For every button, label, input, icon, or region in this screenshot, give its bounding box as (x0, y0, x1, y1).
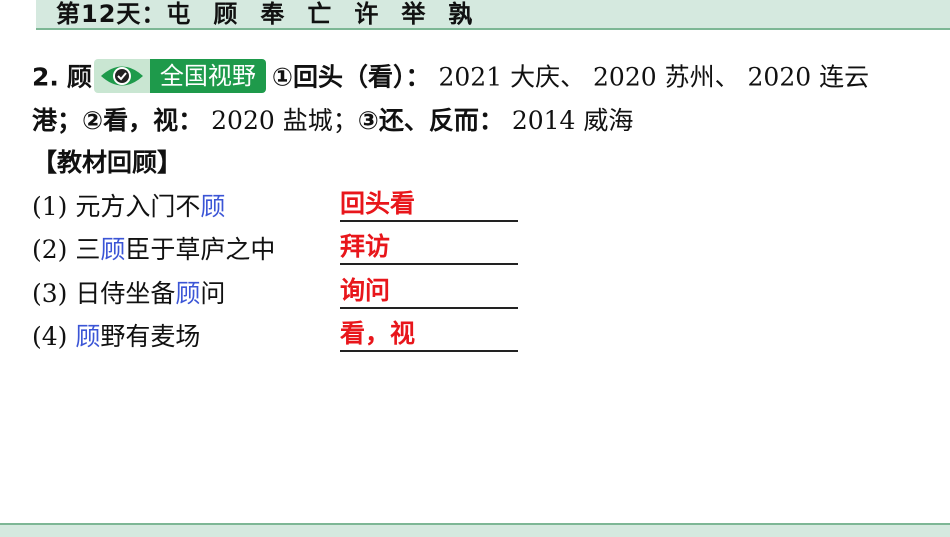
review-item: (3) 日侍坐备顾问 (32, 279, 225, 309)
item-text: 日侍坐备 (75, 279, 176, 308)
answer-blank[interactable]: 询问 (340, 273, 518, 309)
item-highlight: 顾 (75, 322, 101, 351)
item-text: 野有麦场 (100, 322, 201, 351)
entry-line-2: 港；②看，视： 2020 盐城；③还、反而： 2014 威海 (32, 106, 633, 136)
answer-blank[interactable]: 拜访 (340, 229, 518, 265)
item-number: (3) (32, 279, 76, 308)
lesson-char: 奉 (260, 0, 286, 28)
item-text: 臣于草庐之中 (125, 235, 276, 264)
item-highlight: 顾 (100, 235, 126, 264)
lesson-char: 许 (354, 0, 380, 28)
entry-line-1: 2. 顾 全国视野 ①回头（看）： 2021 大庆、 2020 苏州、 2020 连… (32, 59, 870, 96)
answer-text: 回头看 (340, 189, 416, 218)
meaning-1-sources: 2021 大庆、 2020 苏州、 2020 连云 (430, 62, 870, 92)
header-band-blank (0, 0, 36, 30)
item-highlight: 顾 (175, 279, 201, 308)
lesson-char: 举 (401, 0, 427, 28)
item-text: 问 (200, 279, 226, 308)
lesson-char: 顾 (213, 0, 239, 28)
answer-text: 拜访 (340, 232, 391, 261)
meaning-1-sources-cont: 港； (32, 106, 83, 135)
answer-blank[interactable]: 看，视 (340, 316, 518, 352)
item-number: (2) (32, 235, 76, 264)
item-text: 元方入门不 (75, 192, 201, 221)
review-item: (2) 三顾臣于草庐之中 (32, 235, 275, 265)
item-text: 三 (75, 235, 101, 264)
item-number: (4) (32, 322, 76, 351)
entry-number: 2. (32, 62, 59, 92)
lesson-char: 孰 (448, 0, 474, 28)
answer-blank[interactable]: 回头看 (340, 186, 518, 222)
lesson-chars: 屯顾奉亡许举孰 (166, 0, 495, 28)
item-number: (1) (32, 192, 76, 221)
answer-text: 询问 (340, 276, 391, 305)
badge-label: 全国视野 (149, 59, 266, 93)
national-view-badge: 全国视野 (93, 59, 266, 93)
review-item: (1) 元方入门不顾 (32, 192, 225, 222)
eye-icon (93, 59, 150, 93)
meaning-3: ③还、反而： (357, 106, 504, 135)
meaning-1: ①回头（看）： (271, 62, 431, 92)
entry-char: 顾 (66, 62, 92, 92)
meaning-3-sources: 2014 威海 (503, 106, 634, 135)
lesson-char: 屯 (166, 0, 192, 28)
answer-text: 看，视 (340, 319, 416, 348)
meaning-2-sources: 2020 盐城； (203, 106, 358, 135)
item-highlight: 顾 (200, 192, 226, 221)
lesson-char: 亡 (307, 0, 333, 28)
lesson-title: 第12天：屯顾奉亡许举孰 (56, 1, 495, 27)
review-item: (4) 顾野有麦场 (32, 322, 200, 352)
review-heading: 【教材回顾】 (32, 148, 183, 177)
day-label: 第12天： (56, 0, 167, 28)
meaning-2: ②看，视： (82, 106, 204, 135)
